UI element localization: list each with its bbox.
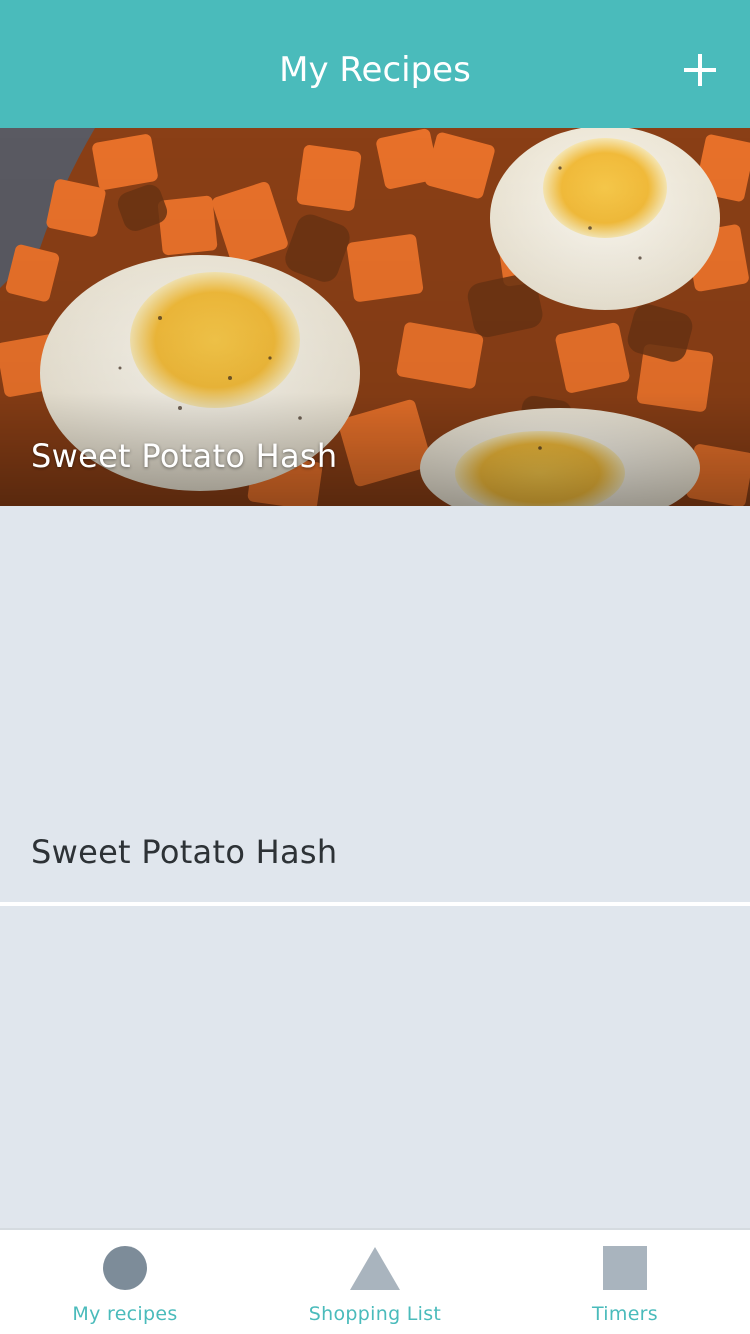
recipe-card[interactable]: Sweet Potato Hash bbox=[0, 128, 750, 506]
tab-label: Shopping List bbox=[308, 1303, 442, 1325]
triangle-icon bbox=[349, 1245, 401, 1291]
square-icon bbox=[602, 1245, 648, 1291]
circle-icon bbox=[102, 1245, 148, 1291]
page-title: My Recipes bbox=[279, 50, 471, 90]
tab-label: Timers bbox=[591, 1303, 658, 1325]
tab-bar: My recipes Shopping List Timers bbox=[0, 1228, 750, 1334]
app-screen: My Recipes Sweet Potato Hash Sweet Potat… bbox=[0, 0, 750, 1334]
recipe-list: Sweet Potato Hash Sweet Potato Hash bbox=[0, 128, 750, 1226]
recipe-title: Sweet Potato Hash bbox=[31, 833, 338, 871]
tab-shopping-list[interactable]: Shopping List bbox=[250, 1230, 500, 1334]
recipe-card[interactable]: Sweet Potato Hash bbox=[0, 506, 750, 902]
tab-label: My recipes bbox=[72, 1303, 178, 1325]
navigation-header: My Recipes bbox=[0, 0, 750, 128]
tab-timers[interactable]: Timers bbox=[500, 1230, 750, 1334]
recipe-card[interactable] bbox=[0, 906, 750, 1226]
plus-icon bbox=[684, 54, 716, 86]
recipe-title: Sweet Potato Hash bbox=[31, 437, 338, 475]
add-recipe-button[interactable] bbox=[674, 44, 726, 96]
tab-my-recipes[interactable]: My recipes bbox=[0, 1230, 250, 1334]
